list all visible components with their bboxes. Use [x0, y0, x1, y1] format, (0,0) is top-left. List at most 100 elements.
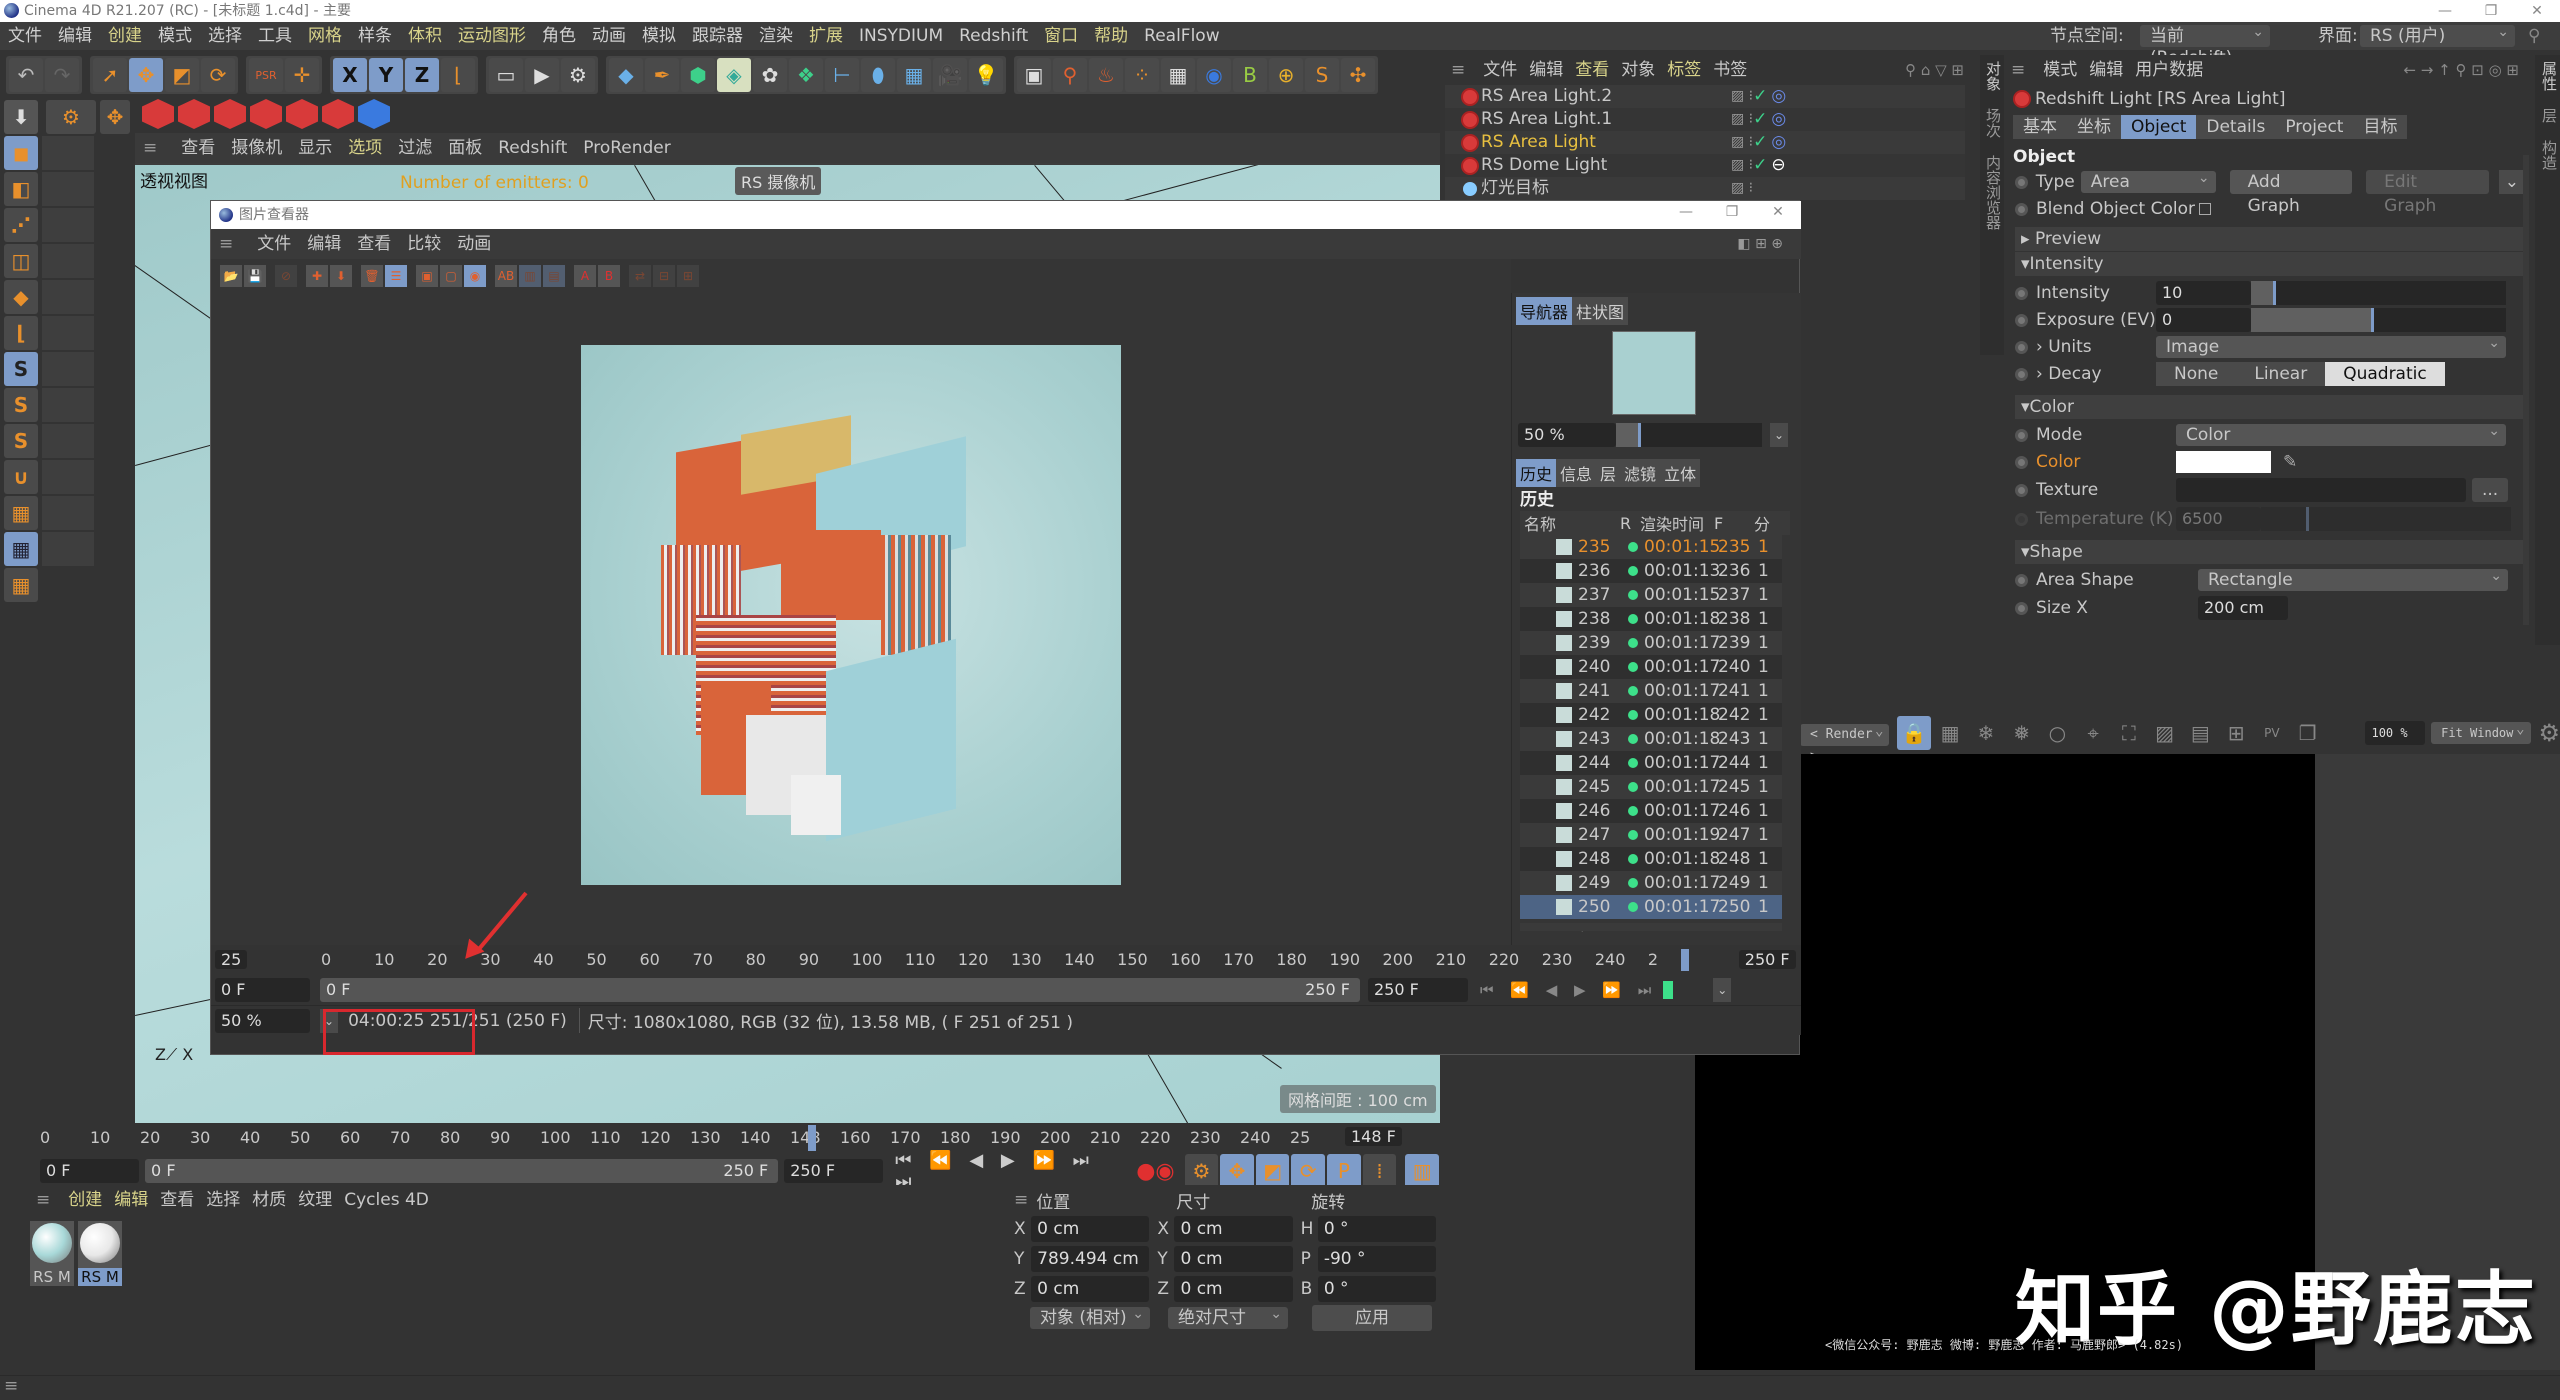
- main-menu-item[interactable]: 网格: [300, 22, 350, 50]
- attr-tab[interactable]: 基本: [2013, 115, 2067, 139]
- keyframe-icon[interactable]: ⚙: [1184, 1154, 1219, 1188]
- key-rotation-icon[interactable]: ⟳: [1291, 1154, 1326, 1188]
- main-menu-item[interactable]: 选择: [200, 22, 250, 50]
- rot-input[interactable]: -90 °: [1317, 1246, 1436, 1272]
- main-menu-item[interactable]: 窗口: [1036, 22, 1086, 50]
- history-row[interactable]: 244 *00:01:172441: [1520, 751, 1782, 797]
- compare-diff-icon[interactable]: ▤: [543, 265, 565, 287]
- tool-slot[interactable]: [42, 244, 94, 278]
- history-row[interactable]: 246 * 00:01:17246 1: [1520, 799, 1782, 845]
- picture-icon[interactable]: ▣: [1017, 58, 1051, 92]
- rs-volume-icon[interactable]: [358, 99, 390, 129]
- attr-tab[interactable]: Details: [2196, 115, 2276, 139]
- y-axis-icon[interactable]: Y: [369, 58, 403, 92]
- pos-input[interactable]: 789.494 cm: [1031, 1246, 1150, 1272]
- main-menu-item[interactable]: 运动图形: [450, 22, 534, 50]
- area-shape-dropdown[interactable]: Rectangle: [2198, 565, 2508, 591]
- current-frame-input[interactable]: 148 F: [1345, 1127, 1402, 1146]
- pv-icon[interactable]: PV: [2255, 716, 2289, 750]
- main-menu-item[interactable]: 文件: [0, 22, 50, 50]
- material-menu-item[interactable]: 纹理: [292, 1185, 338, 1215]
- camera-icon[interactable]: 🎥: [933, 58, 967, 92]
- viewport-menu-item[interactable]: 面板: [440, 133, 490, 163]
- intensity-slider[interactable]: [2251, 281, 2506, 305]
- tool-slot[interactable]: [42, 316, 94, 350]
- picture-viewer-canvas[interactable]: [211, 293, 1511, 945]
- main-menu-item[interactable]: 渲染: [751, 22, 801, 50]
- history-row[interactable]: 241 * 00:01:17241 1: [1520, 679, 1782, 725]
- solo-off-icon[interactable]: S: [4, 352, 38, 386]
- hamburger-icon[interactable]: ≡: [4, 1376, 18, 1396]
- om-toolbar-icons[interactable]: ⚲ ⌂ ▽ ⊞: [1899, 55, 1970, 85]
- attr-tab[interactable]: Project: [2275, 115, 2354, 139]
- tool-slot[interactable]: [42, 352, 94, 386]
- enabled-check-icon[interactable]: ✓: [1753, 85, 1767, 108]
- pos-input[interactable]: 0 cm: [1031, 1276, 1150, 1302]
- main-menu-item[interactable]: 动画: [584, 22, 634, 50]
- tool-slot[interactable]: [42, 280, 94, 314]
- visibility-toggle-icon[interactable]: ▨ ⁝: [1731, 108, 1753, 131]
- coordinate-system-icon[interactable]: ⌊: [441, 58, 475, 92]
- move-axis-icon[interactable]: ✥: [100, 100, 130, 134]
- material-item[interactable]: RS M: [78, 1221, 122, 1286]
- animate-radio-icon[interactable]: [2015, 286, 2028, 300]
- edge-mode-icon[interactable]: ◫: [4, 244, 38, 278]
- expand-icon[interactable]: ✣: [1341, 58, 1375, 92]
- side-tab-takes[interactable]: 场次: [1984, 102, 2002, 144]
- side-tab-content-browser[interactable]: 内容浏览器: [1984, 149, 2002, 236]
- delete-icon[interactable]: 🗑: [361, 265, 383, 287]
- main-menu-item[interactable]: 角色: [534, 22, 584, 50]
- history-row[interactable]: 248 * 00:01:18248 1: [1520, 847, 1782, 893]
- type-dropdown[interactable]: Area: [2080, 167, 2216, 193]
- pv-playhead[interactable]: [1681, 949, 1689, 971]
- navigator-tab[interactable]: 导航器: [1516, 297, 1573, 325]
- tool-slot[interactable]: [42, 496, 94, 530]
- view-b-icon[interactable]: ▢: [440, 265, 462, 287]
- main-timeline-ruler[interactable]: 0 10 20 30 40 50 60 70 80 90 100 110 120 130 140 148 160…: [40, 1123, 1440, 1153]
- render-picture-viewer-icon[interactable]: ▶: [525, 58, 559, 92]
- intensity-input[interactable]: 10: [2156, 281, 2251, 305]
- deformer-icon[interactable]: ⊢: [825, 58, 859, 92]
- graph-menu-button[interactable]: ⌄: [2498, 170, 2526, 194]
- make-editable-icon[interactable]: ⬇: [4, 100, 38, 134]
- info-tab[interactable]: 层: [1596, 459, 1621, 487]
- main-menu-item[interactable]: 帮助: [1086, 22, 1136, 50]
- viewport-menu-item[interactable]: ProRender: [575, 133, 679, 163]
- visibility-toggle-icon[interactable]: ▨ ⁝: [1731, 154, 1753, 177]
- grid-icon[interactable]: ▦: [1933, 716, 1967, 750]
- view-a-icon[interactable]: ▣: [416, 265, 438, 287]
- tool-settings-icon[interactable]: ⚙: [46, 100, 96, 134]
- texture-input[interactable]: [2176, 478, 2466, 502]
- open-icon[interactable]: 📂: [220, 265, 242, 287]
- start-frame-input[interactable]: 0 F: [40, 1159, 140, 1183]
- gear-icon[interactable]: ⚙: [2539, 719, 2560, 747]
- cube-icon[interactable]: ◆: [609, 58, 643, 92]
- side-tab-layers[interactable]: 层: [2540, 102, 2558, 129]
- main-menu-item[interactable]: 创建: [100, 22, 150, 50]
- animate-radio-icon[interactable]: [2015, 175, 2028, 189]
- intensity-section-header[interactable]: ▾Intensity: [2015, 252, 2525, 276]
- info-tab[interactable]: 历史: [1516, 459, 1557, 487]
- solo-hierarchy-icon[interactable]: S: [4, 424, 38, 458]
- render-zoom-input[interactable]: 100 %: [2365, 721, 2426, 745]
- material-menu-item[interactable]: 编辑: [108, 1185, 154, 1215]
- minimize-button[interactable]: —: [2422, 0, 2468, 22]
- preview-section-header[interactable]: ▸ Preview: [2015, 227, 2525, 251]
- om-menu-item[interactable]: 书签: [1707, 55, 1753, 85]
- subdivision-icon[interactable]: ⬢: [681, 58, 715, 92]
- info-tab[interactable]: 立体: [1660, 459, 1701, 487]
- pv-timeline-ruler[interactable]: 25 0 10 20 30 40 50 60 70 80 90 100 110 120 130 140 150…: [211, 945, 1801, 975]
- x-axis-icon[interactable]: X: [333, 58, 367, 92]
- history-row[interactable]: 235 * 00:01:15235 1: [1520, 535, 1782, 581]
- add-layer-icon[interactable]: ⬇: [330, 265, 352, 287]
- color-section-header[interactable]: ▾Color: [2015, 395, 2525, 419]
- rs-camera-icon[interactable]: [214, 99, 246, 129]
- hamburger-icon[interactable]: ≡: [1014, 1190, 1028, 1210]
- main-menu-item[interactable]: 样条: [350, 22, 400, 50]
- animate-radio-icon[interactable]: [2015, 573, 2028, 587]
- pv-maximize-button[interactable]: ❐: [1709, 201, 1755, 223]
- edit-graph-button[interactable]: Edit Graph: [2366, 170, 2489, 216]
- lock-icon[interactable]: 🔒: [1897, 716, 1932, 750]
- polygon-mode-icon[interactable]: ◆: [4, 280, 38, 314]
- pos-input[interactable]: 0 cm: [1031, 1216, 1150, 1242]
